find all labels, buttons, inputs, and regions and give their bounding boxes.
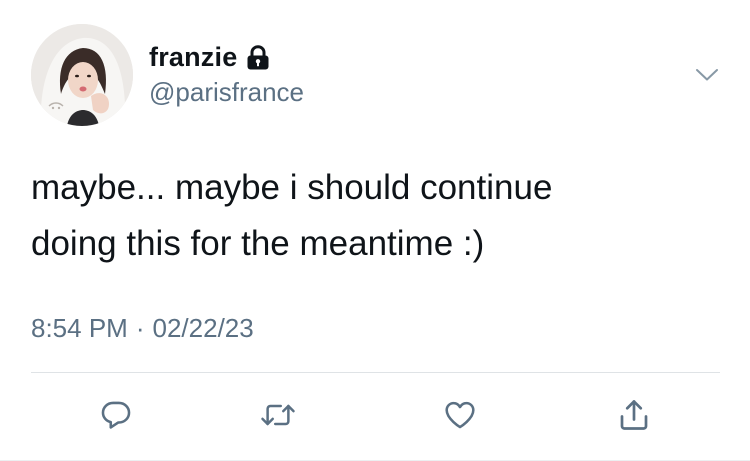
retweet-button[interactable] — [258, 395, 298, 435]
divider — [31, 372, 720, 373]
heart-icon — [445, 401, 475, 429]
timestamp-separator: · — [135, 313, 145, 343]
lock-icon — [246, 45, 270, 71]
avatar-photo — [31, 24, 133, 126]
avatar[interactable] — [31, 24, 133, 126]
retweet-icon — [261, 404, 295, 426]
reply-icon — [101, 401, 131, 429]
more-options-button[interactable] — [692, 60, 722, 90]
tweet-date[interactable]: 02/22/23 — [153, 313, 254, 344]
share-icon — [620, 400, 648, 430]
chevron-down-icon — [696, 69, 718, 81]
tweet-text-line: maybe... maybe i should continue — [31, 168, 553, 207]
author-name-row[interactable]: franzie — [149, 40, 270, 74]
tweet-text: maybe... maybe i should continue doing t… — [31, 160, 731, 272]
share-button[interactable] — [614, 395, 654, 435]
tweet-text-line: doing this for the meantime :) — [31, 224, 485, 263]
tweet-actions-bar — [0, 390, 750, 440]
display-name[interactable]: franzie — [149, 42, 237, 73]
reply-button[interactable] — [96, 395, 136, 435]
tweet-timestamp[interactable]: 8:54 PM · 02/22/23 — [31, 313, 254, 344]
like-button[interactable] — [440, 395, 480, 435]
tweet-time[interactable]: 8:54 PM — [31, 313, 128, 344]
username-handle[interactable]: @parisfrance — [149, 77, 304, 108]
